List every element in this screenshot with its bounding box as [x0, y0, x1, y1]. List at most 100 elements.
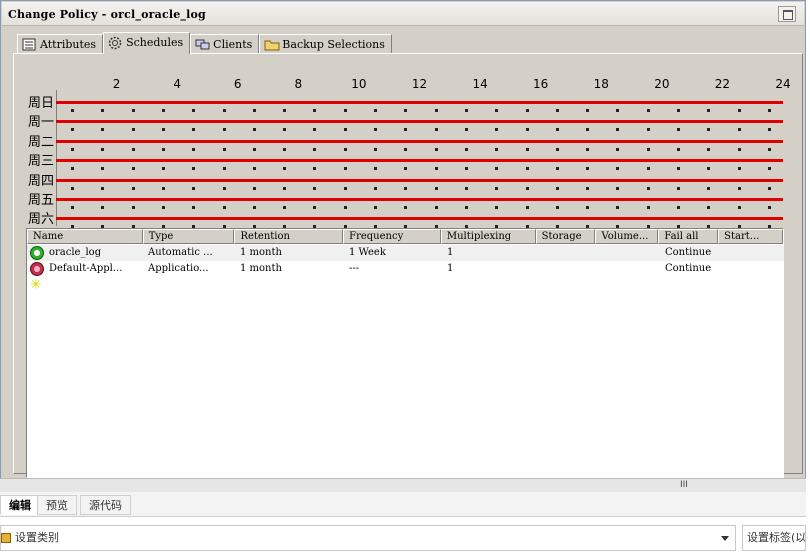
cell-frequency: 1 Week: [349, 247, 386, 258]
hour-label: 6: [233, 77, 242, 91]
cell-fail-all: Continue: [665, 263, 712, 274]
tag-input[interactable]: 设置标签(以: [742, 525, 806, 551]
grid-dot: [222, 206, 226, 209]
schedule-window-bar[interactable]: [56, 217, 783, 221]
table-row[interactable]: Default-Appl... Applicatio... 1 month --…: [27, 261, 784, 277]
grid-dot: [313, 109, 317, 112]
schedule-window-bar[interactable]: [56, 101, 783, 104]
schedule-window-bar[interactable]: [56, 120, 783, 124]
grid-dot: [283, 186, 287, 190]
grid-dot: [71, 109, 75, 112]
chevron-down-icon[interactable]: [721, 536, 729, 541]
title-bar: Change Policy - orcl_oracle_log: [2, 2, 804, 26]
category-select[interactable]: 设置类别: [0, 525, 736, 551]
grid-dot: [343, 206, 347, 209]
tab-backup-selections[interactable]: Backup Selections: [259, 34, 392, 54]
grid-dot: [525, 167, 529, 171]
column-header[interactable]: Type: [142, 229, 235, 244]
folder-icon: [264, 38, 280, 51]
hour-label: 16: [533, 77, 549, 91]
schedule-list[interactable]: Name Type Retention Frequency Multiplexing St…: [26, 228, 784, 478]
grid-dot: [767, 206, 771, 209]
column-header[interactable]: Volume...: [595, 229, 659, 244]
grid-dot: [707, 206, 711, 209]
tab-schedules[interactable]: Schedules: [103, 32, 191, 54]
tab-edit[interactable]: 编辑: [0, 495, 40, 515]
grid-dot: [252, 109, 256, 112]
cell-start: [720, 261, 780, 277]
grid-dot: [162, 109, 166, 112]
grid-dot: [464, 147, 468, 151]
grid-dot: [101, 206, 105, 209]
grid-dot: [192, 206, 196, 209]
grid-dot: [464, 167, 468, 171]
grid-dot: [495, 186, 499, 190]
tag-placeholder: 设置标签(以: [747, 531, 806, 544]
grid-dot: [252, 206, 256, 209]
schedule-window-bar[interactable]: [56, 159, 783, 163]
table-row[interactable]: oracle_log Automatic ... 1 month 1 Week …: [27, 245, 784, 261]
grid-dot: [586, 186, 590, 190]
grid-dot: [252, 167, 256, 171]
grid-dot: [313, 128, 317, 132]
tab-source[interactable]: 源代码: [80, 495, 131, 515]
table-row-new[interactable]: ✳: [27, 277, 784, 293]
column-header[interactable]: Multiplexing: [440, 229, 536, 244]
tab-clients[interactable]: Clients: [190, 34, 260, 54]
grid-dot: [616, 167, 620, 171]
computers-icon: [195, 38, 210, 51]
grid-dot: [374, 206, 378, 209]
grid-dot: [646, 167, 650, 171]
grid-dot: [374, 147, 378, 151]
cell-storage: [537, 261, 597, 277]
cell-multiplexing: 1: [447, 263, 454, 274]
column-header[interactable]: Storage: [535, 229, 596, 244]
grid-dot: [343, 186, 347, 190]
grid-dot: [676, 206, 680, 209]
grid-dot: [464, 128, 468, 132]
grid-dot: [71, 186, 75, 190]
grid-dot: [313, 147, 317, 151]
grid-dot: [374, 186, 378, 190]
grid-dots: [56, 186, 783, 190]
tab-preview[interactable]: 预览: [37, 495, 77, 515]
policy-tabs: Attributes Schedules Clients Backup Sele…: [17, 32, 392, 54]
grid-dot: [283, 167, 287, 171]
cell-volume: [597, 261, 660, 277]
grid-dot: [555, 167, 559, 171]
grid-dot: [646, 186, 650, 190]
column-header[interactable]: Retention: [234, 229, 344, 244]
grid-dot: [495, 167, 499, 171]
schedule-window-bar[interactable]: [56, 139, 783, 143]
grid-dot: [101, 167, 105, 171]
tab-label: Clients: [213, 38, 253, 51]
grid-dot: [464, 206, 468, 209]
grid-dot: [404, 186, 408, 190]
cell-storage: [537, 245, 597, 261]
grid-dot: [767, 109, 771, 112]
day-label: 周五: [28, 193, 55, 208]
grid-dot: [586, 206, 590, 209]
hour-label: 8: [294, 77, 303, 91]
grid-dot: [616, 109, 620, 112]
horizontal-scrollbar[interactable]: III: [0, 478, 806, 492]
grid-dot: [192, 128, 196, 132]
grid-dot: [162, 186, 166, 190]
category-placeholder: 设置类别: [15, 531, 59, 544]
grid-dot: [646, 147, 650, 151]
grid-dot: [252, 128, 256, 132]
column-header[interactable]: Start...: [718, 229, 783, 244]
schedule-window-bar[interactable]: [56, 178, 783, 182]
grid-dot: [101, 147, 105, 151]
grid-dot: [555, 147, 559, 151]
column-header[interactable]: Fail all: [658, 229, 719, 244]
column-header[interactable]: Name: [27, 229, 143, 244]
tab-attributes[interactable]: Attributes: [17, 34, 104, 54]
grid-dots: [56, 147, 783, 151]
hour-label: 10: [351, 77, 367, 91]
schedule-window-bar[interactable]: [56, 198, 783, 201]
column-header[interactable]: Frequency: [343, 229, 441, 244]
grid-dot: [707, 167, 711, 171]
maximize-button[interactable]: [778, 6, 796, 22]
grid-dot: [404, 167, 408, 171]
